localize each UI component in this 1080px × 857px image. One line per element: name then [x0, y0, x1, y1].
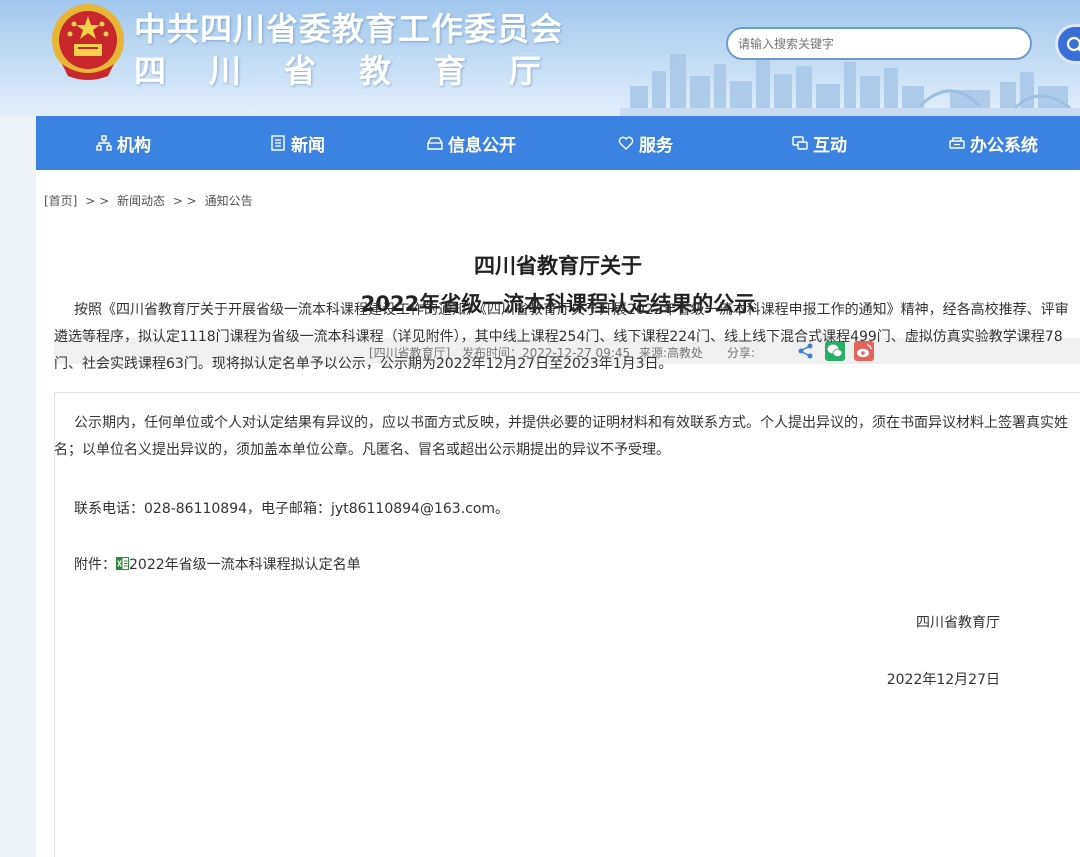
interaction-icon: [791, 134, 809, 152]
attachment-link[interactable]: 2022年省级一流本科课程拟认定名单: [129, 557, 361, 573]
nav-label: 互动: [813, 135, 847, 156]
article-attachment: 附件： 2022年省级一流本科课程拟认定名单: [54, 552, 1070, 579]
nav-item-service[interactable]: 服务: [558, 116, 732, 170]
search-icon: [1066, 36, 1080, 52]
article-contact: 联系电话：028-86110894，电子邮箱：jyt86110894@163.c…: [74, 501, 510, 517]
nav-label: 新闻: [291, 135, 325, 156]
site-header: 中共四川省委教育工作委员会 四川省教育厅: [0, 0, 1080, 116]
nav-item-news[interactable]: 新闻: [210, 116, 384, 170]
nav-label: 机构: [117, 135, 151, 156]
breadcrumb-notices[interactable]: 通知公告: [205, 194, 253, 208]
breadcrumb-news[interactable]: 新闻动态: [117, 194, 165, 208]
article-paragraph-1: 按照《四川省教育厅关于开展省级一流本科课程建设工作的通知》《四川省教育厅关于开展…: [54, 302, 1069, 372]
nav-item-info-public[interactable]: 信息公开: [384, 116, 558, 170]
news-icon: [269, 134, 287, 152]
article-signature: 四川省教育厅: [916, 615, 1000, 631]
org-icon: [95, 134, 113, 152]
info-public-icon: [426, 134, 444, 152]
national-emblem-icon: [52, 4, 124, 80]
breadcrumb-separator: > >: [172, 194, 197, 208]
attachment-label: 附件：: [74, 557, 116, 573]
nav-item-office[interactable]: 办公系统: [906, 116, 1080, 170]
article-title-line1: 四川省教育厅关于: [474, 254, 642, 278]
article-date: 2022年12月27日: [886, 672, 1000, 688]
nav-label: 信息公开: [448, 135, 516, 156]
site-title-department: 四川省教育厅: [134, 52, 585, 90]
article-paragraph-2: 公示期内，任何单位或个人对认定结果有异议的，应以书面方式反映，并提供必要的证明材…: [54, 415, 1068, 458]
search-input[interactable]: [726, 27, 1032, 60]
nav-item-org[interactable]: 机构: [36, 116, 210, 170]
excel-file-icon: [116, 557, 129, 570]
breadcrumb: [首页] > > 新闻动态 > > 通知公告: [44, 192, 257, 209]
office-icon: [948, 134, 966, 152]
main-nav: 机构 新闻 信息公开 服务 互动 办公系统: [36, 116, 1080, 170]
site-title-committee: 中共四川省委教育工作委员会: [134, 10, 564, 48]
breadcrumb-home[interactable]: [首页]: [44, 194, 77, 208]
nav-label: 服务: [639, 135, 673, 156]
nav-item-interaction[interactable]: 互动: [732, 116, 906, 170]
nav-label: 办公系统: [970, 135, 1038, 156]
service-icon: [617, 134, 635, 152]
breadcrumb-separator: > >: [85, 194, 110, 208]
